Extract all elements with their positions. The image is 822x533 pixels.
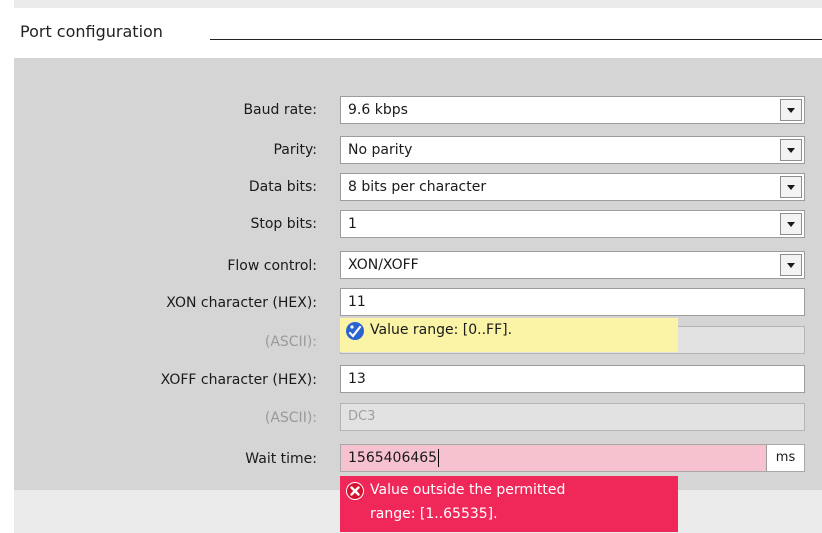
- stop-bits-select[interactable]: 1: [340, 210, 805, 238]
- xoff-ascii-value: DC3: [348, 409, 376, 424]
- chevron-down-icon[interactable]: [780, 176, 802, 198]
- header-divider: [210, 39, 822, 40]
- data-bits-label: Data bits:: [248, 179, 317, 195]
- error-text-line-1: Value outside the permitted: [370, 482, 566, 498]
- chevron-down-icon[interactable]: [780, 99, 802, 121]
- baud-rate-label: Baud rate:: [243, 102, 317, 118]
- error-tooltip: Value outside the permitted range: [1..6…: [340, 476, 678, 532]
- section-header: Port configuration: [14, 8, 822, 58]
- flow-control-label: Flow control:: [227, 258, 317, 274]
- xon-ascii-label: (ASCII):: [264, 334, 317, 350]
- data-bits-select[interactable]: 8 bits per character: [340, 173, 805, 201]
- wait-time-unit: ms: [766, 445, 804, 471]
- baud-rate-select[interactable]: 9.6 kbps: [340, 96, 805, 124]
- value-range-text: Value range: [0..FF].: [370, 322, 513, 338]
- xon-hex-value: 11: [348, 294, 366, 310]
- chevron-down-icon[interactable]: [780, 213, 802, 235]
- flow-control-select[interactable]: XON/XOFF: [340, 251, 805, 279]
- error-icon: [346, 482, 364, 500]
- parity-value: No parity: [348, 142, 413, 158]
- stop-bits-value: 1: [348, 216, 357, 232]
- data-bits-value: 8 bits per character: [348, 179, 487, 195]
- chevron-down-icon[interactable]: [780, 254, 802, 276]
- parity-select[interactable]: No parity: [340, 136, 805, 164]
- xoff-hex-value: 13: [348, 371, 366, 387]
- xoff-hex-input[interactable]: 13: [340, 365, 805, 393]
- section-title: Port configuration: [20, 22, 163, 41]
- info-icon: [346, 322, 364, 340]
- xoff-ascii-field: DC3: [340, 403, 805, 431]
- xon-hex-label: XON character (HEX):: [166, 295, 317, 311]
- text-cursor: [438, 449, 440, 467]
- xoff-hex-label: XOFF character (HEX):: [160, 372, 317, 388]
- chevron-down-icon[interactable]: [780, 139, 802, 161]
- parity-label: Parity:: [273, 142, 317, 158]
- wait-time-value: 1565406465: [348, 450, 438, 466]
- value-range-tooltip: Value range: [0..FF].: [340, 318, 678, 352]
- baud-rate-value: 9.6 kbps: [348, 102, 408, 118]
- xon-hex-input[interactable]: 11: [340, 288, 805, 316]
- wait-time-input[interactable]: 1565406465 ms: [340, 444, 805, 472]
- flow-control-value: XON/XOFF: [348, 257, 419, 273]
- error-text-line-2: range: [1..65535].: [370, 506, 498, 522]
- stop-bits-label: Stop bits:: [250, 216, 317, 232]
- xoff-ascii-label: (ASCII):: [264, 410, 317, 426]
- wait-time-label: Wait time:: [245, 451, 317, 467]
